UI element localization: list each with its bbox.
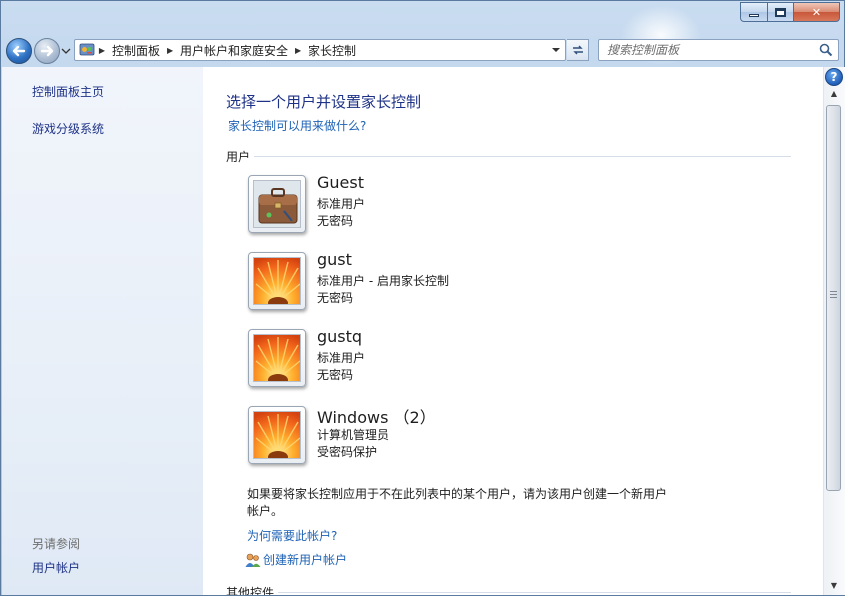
sidebar-link-user-accounts[interactable]: 用户帐户 (32, 559, 80, 576)
user-tile-windows-2[interactable]: Windows （2） 计算机管理员 受密码保护 (248, 404, 578, 468)
close-button[interactable]: ✕ (794, 2, 840, 22)
user-password-status: 无密码 (317, 291, 354, 305)
users-section-heading: 用户 (226, 148, 255, 165)
what-is-parental-controls-link[interactable]: 家长控制可以用来做什么? (228, 117, 366, 134)
address-dropdown-icon[interactable] (551, 46, 561, 54)
breadcrumb-separator-icon[interactable]: ▶ (96, 46, 108, 55)
back-arrow-icon (12, 45, 26, 57)
vertical-scrollbar[interactable]: ? ▲ ▼ (823, 67, 845, 595)
task-sidebar: 控制面板主页 游戏分级系统 另请参阅 用户帐户 (2, 67, 203, 595)
create-new-account-link[interactable]: 创建新用户帐户 (245, 551, 347, 568)
user-password-status: 无密码 (317, 368, 354, 382)
forward-button[interactable] (34, 38, 60, 64)
user-name[interactable]: gustq (317, 327, 362, 346)
control-panel-icon (79, 43, 95, 56)
scroll-up-arrow-icon[interactable]: ▲ (827, 89, 841, 101)
breadcrumb-control-panel[interactable]: 控制面板 (108, 42, 164, 59)
user-name[interactable]: Guest (317, 173, 364, 192)
sidebar-link-control-panel-home[interactable]: 控制面板主页 (32, 83, 104, 100)
user-tile-gustq[interactable]: gustq 标准用户 无密码 (248, 327, 578, 391)
user-tile-gust[interactable]: gust 标准用户 - 启用家长控制 无密码 (248, 250, 578, 314)
maximize-icon (775, 7, 786, 17)
user-avatar[interactable] (248, 252, 306, 310)
user-account-type: 标准用户 (317, 197, 366, 211)
see-also-heading: 另请参阅 (32, 537, 81, 551)
main-content: 选择一个用户并设置家长控制 家长控制可以用来做什么? 用户 Guest 标准用户… (203, 67, 823, 595)
refresh-button[interactable] (567, 39, 589, 61)
address-bar[interactable]: ▶ 控制面板 ▶ 用户帐户和家庭安全 ▶ 家长控制 (74, 39, 566, 61)
why-need-account-link[interactable]: 为何需要此帐户? (247, 527, 337, 544)
user-name[interactable]: Windows （2） (317, 404, 436, 428)
search-box[interactable] (598, 39, 839, 61)
flower-icon (254, 335, 300, 381)
user-account-type: 计算机管理员 (317, 428, 390, 442)
scroll-down-arrow-icon[interactable]: ▼ (827, 581, 841, 593)
users-section-divider (226, 156, 791, 157)
user-password-status: 受密码保护 (317, 445, 378, 459)
breadcrumb-separator-icon[interactable]: ▶ (292, 46, 304, 55)
search-icon[interactable] (819, 43, 833, 57)
user-avatar[interactable] (248, 329, 306, 387)
refresh-icon (572, 45, 583, 55)
help-icon: ? (830, 70, 838, 84)
title-bar: ✕ (1, 1, 845, 65)
briefcase-icon (254, 181, 300, 227)
breadcrumb-user-accounts[interactable]: 用户帐户和家庭安全 (176, 42, 292, 59)
minimize-button[interactable] (740, 2, 768, 22)
page-title: 选择一个用户并设置家长控制 (226, 93, 422, 111)
help-button[interactable]: ? (825, 68, 843, 86)
search-input[interactable] (599, 40, 809, 60)
scrollbar-grip-icon (830, 291, 837, 299)
user-name[interactable]: gust (317, 250, 352, 269)
breadcrumb-parental-controls[interactable]: 家长控制 (304, 42, 360, 59)
user-account-type: 标准用户 - 启用家长控制 (317, 274, 449, 288)
scrollbar-thumb[interactable] (826, 105, 841, 491)
close-icon: ✕ (811, 5, 822, 19)
other-controls-divider (226, 592, 791, 593)
user-account-type: 标准用户 (317, 351, 366, 365)
window-frame: ✕ ▶ 控制面板 ▶ 用户帐户和家庭安全 ▶ 家长控制 搜索控制面板 控制面板主… (0, 0, 845, 596)
user-avatar[interactable] (248, 406, 306, 464)
back-button[interactable] (6, 38, 32, 64)
users-icon (245, 553, 261, 567)
forward-arrow-icon (40, 45, 54, 57)
maximize-button[interactable] (768, 2, 794, 22)
minimize-icon (749, 13, 759, 17)
sidebar-link-game-ratings[interactable]: 游戏分级系统 (32, 120, 104, 137)
window-controls: ✕ (740, 2, 840, 22)
user-avatar[interactable] (248, 175, 306, 233)
navigation-bar: ▶ 控制面板 ▶ 用户帐户和家庭安全 ▶ 家长控制 (1, 31, 845, 67)
flower-icon (254, 258, 300, 304)
recent-pages-chevron-icon[interactable] (61, 46, 71, 56)
flower-icon (254, 412, 300, 458)
other-controls-heading: 其他控件 (226, 584, 279, 595)
breadcrumb-separator-icon[interactable]: ▶ (164, 46, 176, 55)
user-tile-guest[interactable]: Guest 标准用户 无密码 (248, 173, 578, 237)
create-account-note: 如果要将家长控制应用于不在此列表中的某个用户，请为该用户创建一个新用户帐户。 (247, 487, 668, 518)
user-password-status: 无密码 (317, 214, 354, 228)
create-new-account-label[interactable]: 创建新用户帐户 (263, 551, 347, 568)
